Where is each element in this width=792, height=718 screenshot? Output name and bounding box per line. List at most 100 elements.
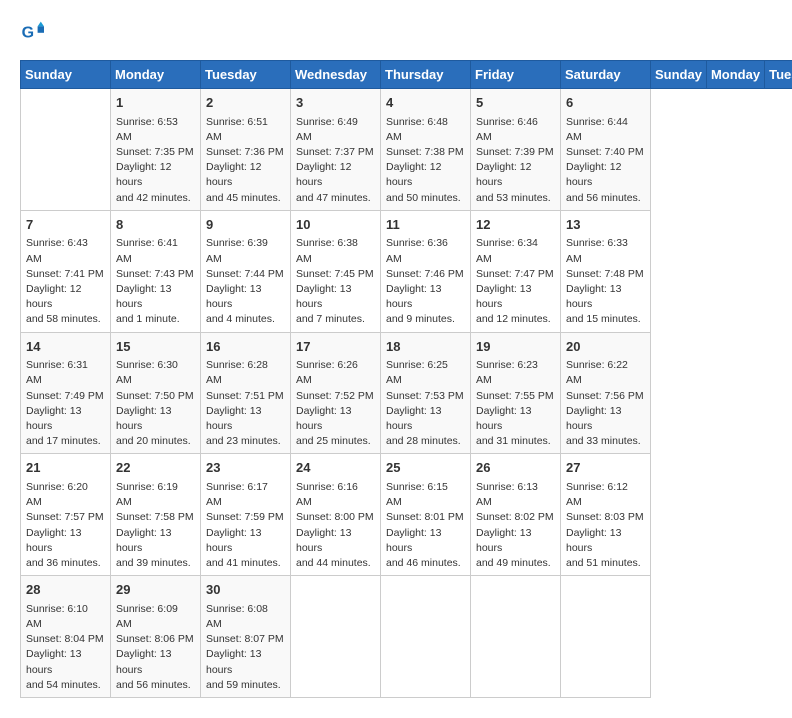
calendar-cell: 26Sunrise: 6:13 AM Sunset: 8:02 PM Dayli… — [471, 454, 561, 576]
day-info: Sunrise: 6:23 AM Sunset: 7:55 PM Dayligh… — [476, 358, 555, 449]
week-row-5: 28Sunrise: 6:10 AM Sunset: 8:04 PM Dayli… — [21, 576, 792, 698]
day-number: 3 — [296, 93, 375, 113]
day-number: 24 — [296, 458, 375, 478]
day-info: Sunrise: 6:46 AM Sunset: 7:39 PM Dayligh… — [476, 115, 555, 206]
calendar-cell: 13Sunrise: 6:33 AM Sunset: 7:48 PM Dayli… — [561, 210, 651, 332]
calendar-cell: 25Sunrise: 6:15 AM Sunset: 8:01 PM Dayli… — [381, 454, 471, 576]
column-header-sunday: Sunday — [21, 61, 111, 89]
calendar-cell — [471, 576, 561, 698]
day-info: Sunrise: 6:48 AM Sunset: 7:38 PM Dayligh… — [386, 115, 465, 206]
calendar-cell: 29Sunrise: 6:09 AM Sunset: 8:06 PM Dayli… — [111, 576, 201, 698]
day-info: Sunrise: 6:26 AM Sunset: 7:52 PM Dayligh… — [296, 358, 375, 449]
calendar-cell: 11Sunrise: 6:36 AM Sunset: 7:46 PM Dayli… — [381, 210, 471, 332]
calendar-cell: 30Sunrise: 6:08 AM Sunset: 8:07 PM Dayli… — [201, 576, 291, 698]
calendar-cell — [291, 576, 381, 698]
week-row-1: 1Sunrise: 6:53 AM Sunset: 7:35 PM Daylig… — [21, 89, 792, 211]
day-info: Sunrise: 6:15 AM Sunset: 8:01 PM Dayligh… — [386, 480, 465, 571]
column-header-sunday: Sunday — [651, 61, 707, 89]
day-number: 17 — [296, 337, 375, 357]
day-info: Sunrise: 6:09 AM Sunset: 8:06 PM Dayligh… — [116, 602, 195, 693]
day-number: 27 — [566, 458, 645, 478]
day-number: 13 — [566, 215, 645, 235]
calendar-cell — [561, 576, 651, 698]
calendar-cell: 10Sunrise: 6:38 AM Sunset: 7:45 PM Dayli… — [291, 210, 381, 332]
day-number: 2 — [206, 93, 285, 113]
day-info: Sunrise: 6:39 AM Sunset: 7:44 PM Dayligh… — [206, 236, 285, 327]
column-header-friday: Friday — [471, 61, 561, 89]
calendar-cell: 6Sunrise: 6:44 AM Sunset: 7:40 PM Daylig… — [561, 89, 651, 211]
day-info: Sunrise: 6:08 AM Sunset: 8:07 PM Dayligh… — [206, 602, 285, 693]
day-number: 8 — [116, 215, 195, 235]
column-header-wednesday: Wednesday — [291, 61, 381, 89]
day-info: Sunrise: 6:13 AM Sunset: 8:02 PM Dayligh… — [476, 480, 555, 571]
logo-icon: G — [20, 20, 44, 44]
page-header: G — [20, 20, 772, 44]
calendar-cell: 22Sunrise: 6:19 AM Sunset: 7:58 PM Dayli… — [111, 454, 201, 576]
calendar-cell: 18Sunrise: 6:25 AM Sunset: 7:53 PM Dayli… — [381, 332, 471, 454]
day-number: 4 — [386, 93, 465, 113]
day-info: Sunrise: 6:17 AM Sunset: 7:59 PM Dayligh… — [206, 480, 285, 571]
day-info: Sunrise: 6:25 AM Sunset: 7:53 PM Dayligh… — [386, 358, 465, 449]
calendar-cell: 2Sunrise: 6:51 AM Sunset: 7:36 PM Daylig… — [201, 89, 291, 211]
column-header-tuesday: Tuesday — [201, 61, 291, 89]
day-number: 23 — [206, 458, 285, 478]
day-info: Sunrise: 6:31 AM Sunset: 7:49 PM Dayligh… — [26, 358, 105, 449]
day-number: 10 — [296, 215, 375, 235]
day-info: Sunrise: 6:22 AM Sunset: 7:56 PM Dayligh… — [566, 358, 645, 449]
calendar-cell: 23Sunrise: 6:17 AM Sunset: 7:59 PM Dayli… — [201, 454, 291, 576]
day-info: Sunrise: 6:10 AM Sunset: 8:04 PM Dayligh… — [26, 602, 105, 693]
day-number: 19 — [476, 337, 555, 357]
calendar-cell: 28Sunrise: 6:10 AM Sunset: 8:04 PM Dayli… — [21, 576, 111, 698]
day-info: Sunrise: 6:53 AM Sunset: 7:35 PM Dayligh… — [116, 115, 195, 206]
day-number: 22 — [116, 458, 195, 478]
calendar-cell: 19Sunrise: 6:23 AM Sunset: 7:55 PM Dayli… — [471, 332, 561, 454]
calendar-cell: 21Sunrise: 6:20 AM Sunset: 7:57 PM Dayli… — [21, 454, 111, 576]
calendar-cell: 15Sunrise: 6:30 AM Sunset: 7:50 PM Dayli… — [111, 332, 201, 454]
calendar-cell: 14Sunrise: 6:31 AM Sunset: 7:49 PM Dayli… — [21, 332, 111, 454]
day-number: 25 — [386, 458, 465, 478]
day-info: Sunrise: 6:38 AM Sunset: 7:45 PM Dayligh… — [296, 236, 375, 327]
day-number: 1 — [116, 93, 195, 113]
day-info: Sunrise: 6:51 AM Sunset: 7:36 PM Dayligh… — [206, 115, 285, 206]
week-row-2: 7Sunrise: 6:43 AM Sunset: 7:41 PM Daylig… — [21, 210, 792, 332]
calendar-cell: 17Sunrise: 6:26 AM Sunset: 7:52 PM Dayli… — [291, 332, 381, 454]
calendar-cell: 27Sunrise: 6:12 AM Sunset: 8:03 PM Dayli… — [561, 454, 651, 576]
calendar-cell: 4Sunrise: 6:48 AM Sunset: 7:38 PM Daylig… — [381, 89, 471, 211]
day-number: 20 — [566, 337, 645, 357]
calendar-cell: 5Sunrise: 6:46 AM Sunset: 7:39 PM Daylig… — [471, 89, 561, 211]
day-number: 18 — [386, 337, 465, 357]
day-number: 7 — [26, 215, 105, 235]
day-number: 12 — [476, 215, 555, 235]
day-info: Sunrise: 6:30 AM Sunset: 7:50 PM Dayligh… — [116, 358, 195, 449]
day-number: 21 — [26, 458, 105, 478]
day-info: Sunrise: 6:33 AM Sunset: 7:48 PM Dayligh… — [566, 236, 645, 327]
calendar-cell — [21, 89, 111, 211]
day-number: 29 — [116, 580, 195, 600]
day-info: Sunrise: 6:28 AM Sunset: 7:51 PM Dayligh… — [206, 358, 285, 449]
day-number: 9 — [206, 215, 285, 235]
calendar-cell: 8Sunrise: 6:41 AM Sunset: 7:43 PM Daylig… — [111, 210, 201, 332]
day-number: 30 — [206, 580, 285, 600]
column-header-saturday: Saturday — [561, 61, 651, 89]
calendar-cell: 7Sunrise: 6:43 AM Sunset: 7:41 PM Daylig… — [21, 210, 111, 332]
day-info: Sunrise: 6:16 AM Sunset: 8:00 PM Dayligh… — [296, 480, 375, 571]
day-info: Sunrise: 6:34 AM Sunset: 7:47 PM Dayligh… — [476, 236, 555, 327]
day-number: 6 — [566, 93, 645, 113]
week-row-4: 21Sunrise: 6:20 AM Sunset: 7:57 PM Dayli… — [21, 454, 792, 576]
day-number: 11 — [386, 215, 465, 235]
week-row-3: 14Sunrise: 6:31 AM Sunset: 7:49 PM Dayli… — [21, 332, 792, 454]
day-info: Sunrise: 6:43 AM Sunset: 7:41 PM Dayligh… — [26, 236, 105, 327]
calendar-cell: 3Sunrise: 6:49 AM Sunset: 7:37 PM Daylig… — [291, 89, 381, 211]
day-info: Sunrise: 6:19 AM Sunset: 7:58 PM Dayligh… — [116, 480, 195, 571]
day-info: Sunrise: 6:36 AM Sunset: 7:46 PM Dayligh… — [386, 236, 465, 327]
day-info: Sunrise: 6:44 AM Sunset: 7:40 PM Dayligh… — [566, 115, 645, 206]
svg-text:G: G — [22, 25, 34, 42]
column-header-monday: Monday — [111, 61, 201, 89]
day-info: Sunrise: 6:41 AM Sunset: 7:43 PM Dayligh… — [116, 236, 195, 327]
day-number: 14 — [26, 337, 105, 357]
calendar-cell: 1Sunrise: 6:53 AM Sunset: 7:35 PM Daylig… — [111, 89, 201, 211]
calendar-cell: 20Sunrise: 6:22 AM Sunset: 7:56 PM Dayli… — [561, 332, 651, 454]
day-number: 26 — [476, 458, 555, 478]
calendar-table: SundayMondayTuesdayWednesdayThursdayFrid… — [20, 60, 792, 698]
calendar-cell — [381, 576, 471, 698]
